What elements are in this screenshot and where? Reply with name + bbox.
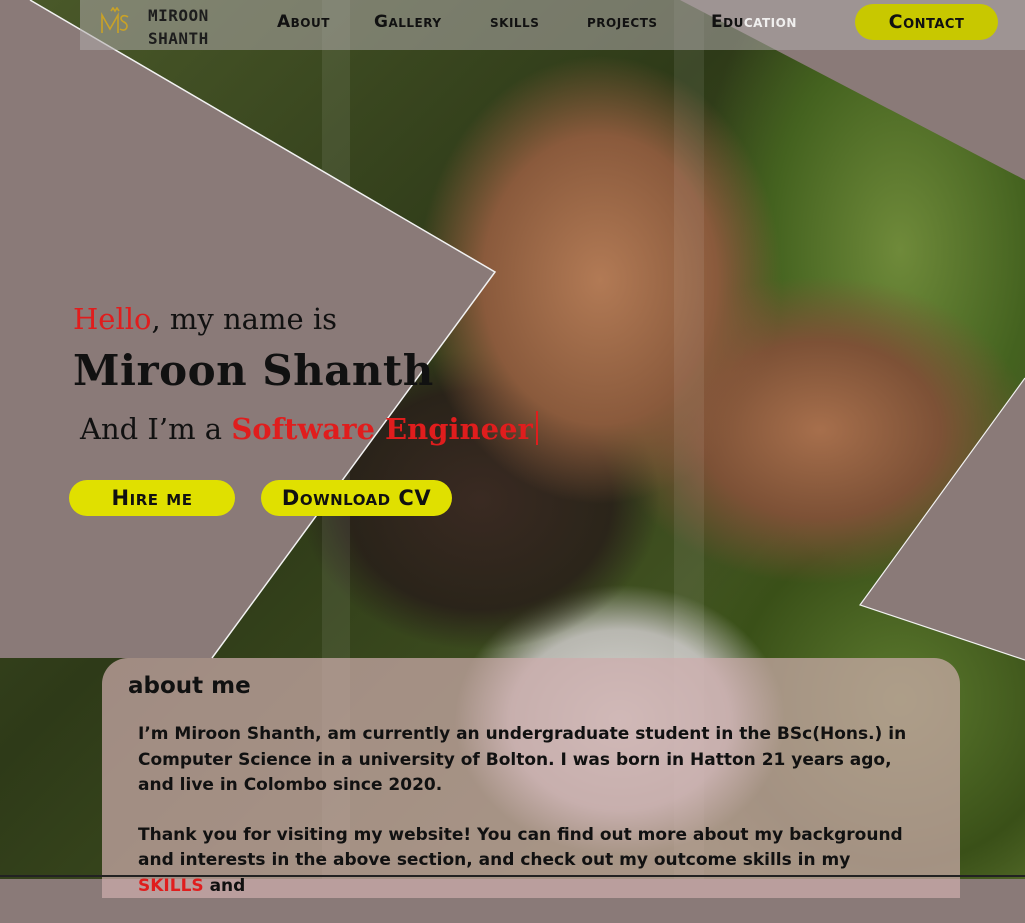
typing-caret bbox=[535, 411, 538, 445]
hero-name: Miroon Shanth bbox=[73, 346, 434, 395]
brand-line-2: SHANTH bbox=[148, 29, 209, 48]
nav-link-education[interactable]: Education bbox=[711, 12, 797, 32]
hero-greeting: Hello, my name is bbox=[73, 302, 337, 336]
role-typed-text: Software Engineer bbox=[231, 412, 533, 446]
nav-link-projects[interactable]: projects bbox=[587, 12, 658, 32]
brand-name[interactable]: MIROON SHANTH bbox=[148, 4, 209, 50]
nav-link-gallery[interactable]: Gallery bbox=[374, 12, 442, 32]
about-paragraph-2: Thank you for visiting my website! You c… bbox=[138, 823, 918, 900]
greeting-highlight: Hello bbox=[73, 302, 152, 336]
nav-link-about[interactable]: About bbox=[277, 12, 330, 32]
brand-line-1: MIROON bbox=[148, 6, 209, 25]
hire-me-button[interactable]: Hire me bbox=[69, 480, 235, 516]
navbar: MIROON SHANTH About Gallery skills proje… bbox=[0, 0, 1025, 50]
nav-link-skills[interactable]: skills bbox=[490, 12, 539, 32]
role-prefix: And I’m a bbox=[80, 412, 223, 446]
hero-role: And I’m a Software Engineer bbox=[80, 411, 538, 446]
bottom-divider bbox=[0, 875, 1025, 877]
about-p2-start: Thank you for visiting my website! You c… bbox=[138, 824, 903, 871]
greeting-rest: , my name is bbox=[151, 302, 338, 336]
about-paragraph-1: I’m Miroon Shanth, am currently an under… bbox=[138, 724, 907, 795]
nav-link-education-part2: cation bbox=[743, 12, 797, 32]
download-cv-button[interactable]: Download CV bbox=[261, 480, 452, 516]
monogram-logo-icon[interactable] bbox=[98, 7, 134, 37]
contact-button[interactable]: Contact bbox=[855, 4, 998, 40]
nav-link-education-part1: Edu bbox=[711, 12, 744, 32]
about-text: I’m Miroon Shanth, am currently an under… bbox=[138, 722, 918, 923]
about-title: about me bbox=[128, 673, 251, 699]
